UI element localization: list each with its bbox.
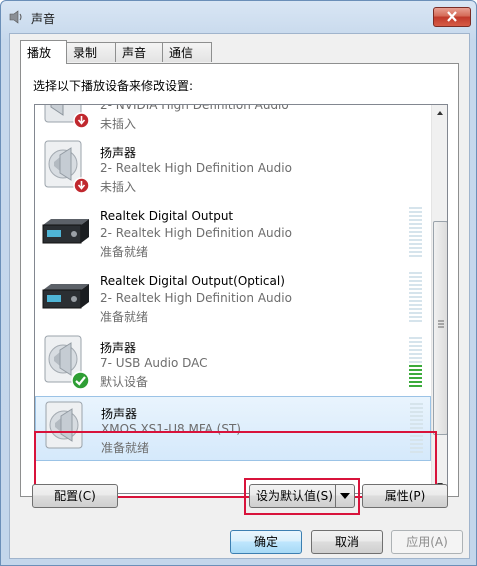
- ok-button[interactable]: 确定: [230, 530, 302, 554]
- meter-segment: [409, 320, 422, 322]
- apply-button[interactable]: 应用(A): [391, 530, 463, 554]
- close-icon: [447, 11, 457, 22]
- meter-segment: [410, 419, 423, 421]
- device-status: 未插入: [100, 117, 137, 131]
- meter-segment: [409, 255, 422, 257]
- tab-sounds[interactable]: 声音: [115, 42, 163, 62]
- device-name: 扬声器: [100, 341, 137, 355]
- meter-segment: [410, 411, 423, 413]
- meter-segment: [410, 407, 423, 409]
- close-button[interactable]: [433, 7, 471, 27]
- meter-segment: [409, 357, 422, 359]
- meter-segment: [410, 403, 423, 405]
- meter-segment: [409, 231, 422, 233]
- tab-recording[interactable]: 录制: [66, 42, 116, 62]
- device-name: Realtek Digital Output(Optical): [100, 274, 285, 288]
- meter-segment: [410, 427, 423, 429]
- sound-dialog: 声音 播放 录制 声音 通信 选择以下播放设备来修改设置: 2- NVIDIA …: [0, 0, 477, 566]
- scroll-up-arrow-icon[interactable]: [432, 105, 448, 121]
- list-item-usb-dac-speaker[interactable]: 扬声器 7- USB Audio DAC 默认设备: [35, 331, 431, 396]
- meter-segment: [409, 227, 422, 229]
- meter-segment: [409, 377, 422, 379]
- meter-segment: [409, 292, 422, 294]
- meter-segment: [409, 251, 422, 253]
- meter-segment: [409, 207, 422, 209]
- title-bar: 声音: [1, 1, 476, 33]
- digital-output-icon: [42, 284, 89, 309]
- device-name: 扬声器: [100, 146, 137, 160]
- meter-segment: [409, 276, 422, 278]
- cancel-button[interactable]: 取消: [311, 530, 383, 554]
- playback-panel: 选择以下播放设备来修改设置: 2- NVIDIA High Definition…: [20, 63, 459, 498]
- meter-segment: [409, 235, 422, 237]
- device-driver: 2- Realtek High Definition Audio: [100, 291, 292, 305]
- grip-icon: [438, 320, 444, 328]
- device-status: 默认设备: [100, 375, 149, 389]
- device-status: 准备就绪: [100, 310, 149, 324]
- meter-segment: [409, 312, 422, 314]
- tab-playback[interactable]: 播放: [20, 40, 67, 64]
- volume-meter: [409, 207, 422, 259]
- meter-segment: [409, 223, 422, 225]
- meter-segment: [409, 337, 422, 339]
- device-driver: 2- NVIDIA High Definition Audio: [100, 104, 289, 112]
- list-item-nvidia-speaker[interactable]: 2- NVIDIA High Definition Audio 未插入: [35, 104, 431, 136]
- meter-segment: [410, 415, 423, 417]
- set-default-highlight-box: [244, 478, 360, 515]
- meter-segment: [409, 247, 422, 249]
- scroll-thumb[interactable]: [433, 221, 447, 435]
- meter-segment: [409, 215, 422, 217]
- meter-segment: [409, 316, 422, 318]
- meter-segment: [409, 219, 422, 221]
- meter-segment: [410, 423, 423, 425]
- meter-segment: [409, 280, 422, 282]
- meter-segment: [409, 288, 422, 290]
- meter-segment: [409, 304, 422, 306]
- device-driver: 7- USB Audio DAC: [100, 356, 208, 370]
- meter-segment: [409, 239, 422, 241]
- meter-segment: [409, 211, 422, 213]
- meter-segment: [409, 345, 422, 347]
- meter-segment: [409, 284, 422, 286]
- speaker-title-icon: [9, 10, 22, 24]
- unplugged-badge-icon: [73, 112, 90, 129]
- volume-meter: [409, 272, 422, 324]
- meter-segment: [409, 272, 422, 274]
- volume-meter: [409, 337, 422, 389]
- list-item-digital-output[interactable]: Realtek Digital Output 2- Realtek High D…: [35, 201, 431, 266]
- meter-segment: [409, 365, 422, 367]
- meter-segment: [409, 300, 422, 302]
- device-status: 准备就绪: [100, 245, 149, 259]
- meter-segment: [409, 369, 422, 371]
- device-name: 扬声器: [101, 407, 138, 421]
- device-name: Realtek Digital Output: [100, 209, 234, 223]
- meter-segment: [409, 296, 422, 298]
- meter-segment: [409, 385, 422, 387]
- meter-segment: [409, 349, 422, 351]
- meter-segment: [409, 353, 422, 355]
- default-check-badge-icon: [71, 371, 90, 390]
- instruction-text: 选择以下播放设备来修改设置:: [33, 79, 194, 93]
- dialog-body: 播放 录制 声音 通信 选择以下播放设备来修改设置: 2- NVIDIA Hig…: [9, 33, 470, 559]
- device-status: 未插入: [100, 180, 137, 194]
- window-title: 声音: [31, 12, 56, 26]
- device-driver: 2- Realtek High Definition Audio: [100, 226, 292, 240]
- meter-segment: [409, 381, 422, 383]
- device-driver: 2- Realtek High Definition Audio: [100, 161, 292, 175]
- meter-segment: [409, 373, 422, 375]
- tab-communications[interactable]: 通信: [162, 42, 212, 62]
- properties-button[interactable]: 属性(P): [362, 484, 448, 508]
- list-item-digital-output-optical[interactable]: Realtek Digital Output(Optical) 2- Realt…: [35, 266, 431, 331]
- meter-segment: [409, 243, 422, 245]
- list-item-realtek-speaker[interactable]: 扬声器 2- Realtek High Definition Audio 未插入: [35, 136, 431, 201]
- digital-output-icon: [42, 219, 89, 244]
- meter-segment: [409, 341, 422, 343]
- meter-segment: [409, 308, 422, 310]
- configure-button[interactable]: 配置(C): [32, 484, 118, 508]
- unplugged-badge-icon: [73, 177, 90, 194]
- meter-segment: [409, 361, 422, 363]
